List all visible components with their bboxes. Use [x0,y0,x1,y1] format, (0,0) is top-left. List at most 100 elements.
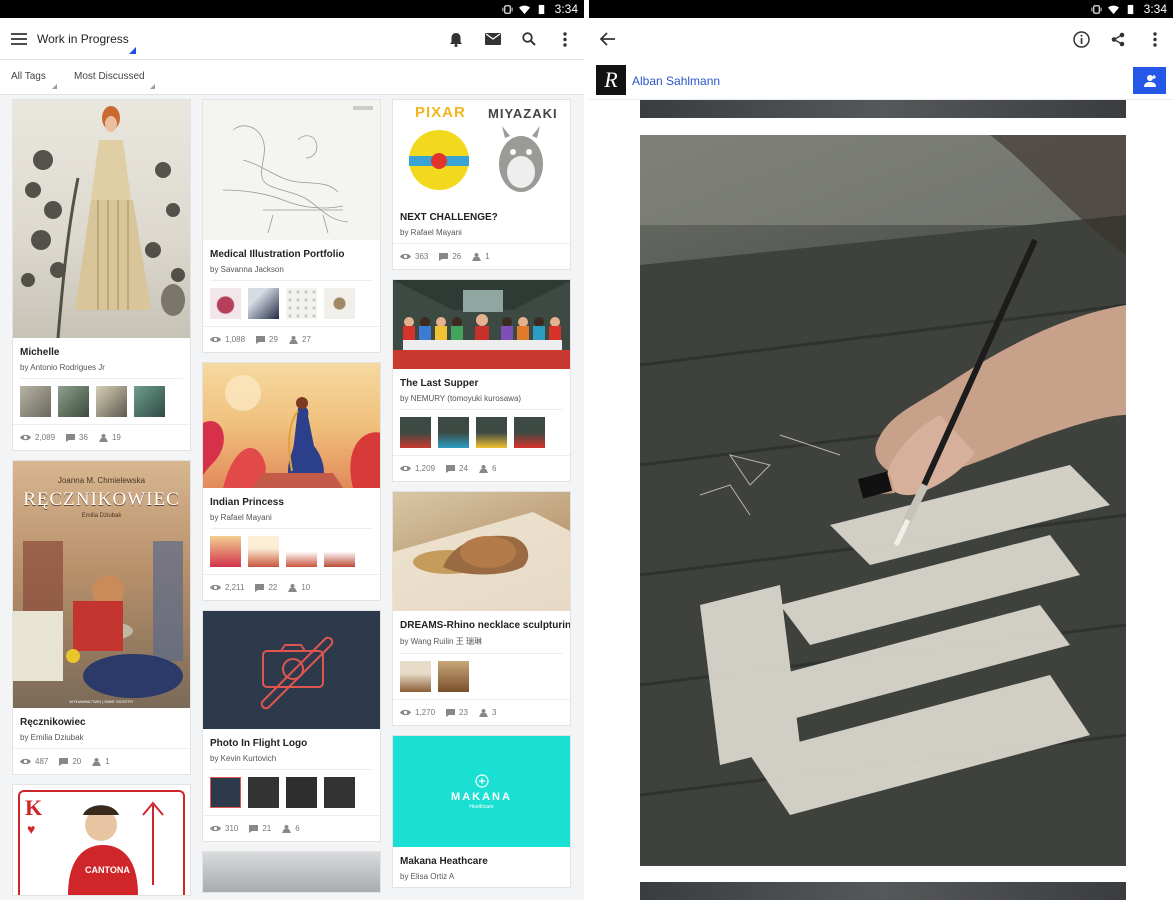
thumbnail[interactable] [400,661,431,692]
project-title[interactable]: Medical Illustration Portfolio [203,240,380,260]
project-stats: 487 20 1 [13,748,190,774]
project-title[interactable]: The Last Supper [393,369,570,389]
project-cover[interactable]: PIXAR MIYAZAKI [393,100,570,203]
project-card[interactable]: DREAMS-Rhino necklace sculpturing by Wan… [392,491,571,726]
comments-stat: 21 [249,824,271,833]
project-title[interactable]: Ręcznikowiec [13,708,190,728]
comment-icon [66,433,76,442]
likes-count: 10 [301,583,311,592]
thumbnail[interactable] [248,288,279,319]
project-cover[interactable] [393,280,570,369]
thumbnail[interactable] [248,777,279,808]
dropdown-indicator [150,84,155,89]
thumbnail[interactable] [96,386,127,417]
thumbnail[interactable] [210,536,241,567]
project-cover[interactable] [203,852,380,892]
project-card[interactable]: MAKANA Healthcare Makana Heathcare by El… [392,735,571,888]
eye-icon [210,336,221,343]
all-tags-filter[interactable]: All Tags [11,71,46,82]
project-title[interactable]: Makana Heathcare [393,847,570,867]
project-author[interactable]: by Rafael Mayani [203,508,380,528]
project-cover[interactable]: Joanna M. Chmielewska RĘCZNIKOWIEC Emili… [13,461,190,708]
next-image[interactable] [640,882,1126,900]
comment-icon [439,252,449,261]
thumbnail[interactable] [248,536,279,567]
menu-icon[interactable] [7,27,31,51]
notifications-icon[interactable] [444,27,468,51]
author-name[interactable]: Alban Sahlmann [632,74,720,88]
search-icon[interactable] [517,27,541,51]
camera-propeller-logo [260,636,334,710]
thumbnail[interactable] [438,661,469,692]
back-arrow-icon[interactable] [595,27,619,51]
project-card[interactable] [202,851,381,893]
thumbnail[interactable] [210,288,241,319]
eye-icon [20,434,31,441]
info-icon[interactable] [1069,27,1093,51]
thumbnail[interactable] [286,777,317,808]
project-author[interactable]: by Antonio Rodrigues Jr [13,358,190,378]
thumbnail[interactable] [286,288,317,319]
thumbnail[interactable] [476,417,507,448]
thumbnail[interactable] [134,386,165,417]
project-author[interactable]: by Emilia Dziubak [13,728,190,748]
project-cover[interactable] [203,100,380,240]
thumbnail[interactable] [58,386,89,417]
project-title[interactable]: Indian Princess [203,488,380,508]
thumbnail[interactable] [324,288,355,319]
project-cover[interactable] [393,492,570,611]
previous-image[interactable] [640,100,1126,118]
project-card[interactable]: K ♥ CANTONA [12,784,191,896]
thumbnail[interactable] [324,777,355,808]
project-title[interactable]: NEXT CHALLENGE? [393,203,570,223]
project-cover[interactable] [13,100,190,338]
project-author[interactable]: by NEMURY (tomoyuki kurosawa) [393,389,570,409]
project-card[interactable]: Medical Illustration Portfolio by Savann… [202,99,381,353]
author-avatar[interactable]: R [596,65,626,95]
comments-count: 20 [72,757,82,766]
project-title[interactable]: Michelle [13,338,190,358]
project-image[interactable] [640,135,1126,866]
project-card[interactable]: PIXAR MIYAZAKI NEXT CHALLENGE? by Rafael… [392,99,571,270]
project-title[interactable]: DREAMS-Rhino necklace sculpturing [393,611,570,631]
project-author[interactable]: by Rafael Mayani [393,223,570,243]
project-cover[interactable]: MAKANA Healthcare [393,736,570,847]
project-cover[interactable] [203,363,380,488]
project-author[interactable]: by Savanna Jackson [203,260,380,280]
views-count: 310 [225,824,239,833]
thumbnail[interactable] [514,417,545,448]
project-card[interactable]: Photo In Flight Logo by Kevin Kurtovich … [202,610,381,842]
comments-count: 23 [459,708,468,717]
share-icon[interactable] [1106,27,1130,51]
project-card[interactable]: Indian Princess by Rafael Mayani 2,211 2… [202,362,381,601]
project-author[interactable]: by Kevin Kurtovich [203,749,380,769]
project-author[interactable]: by Elisa Ortiz A [393,867,570,887]
page-title[interactable]: Work in Progress [37,32,129,46]
project-cover[interactable]: K ♥ CANTONA [13,785,190,895]
mail-icon[interactable] [481,27,505,51]
comment-icon [255,583,265,592]
views-stat: 363 [400,252,428,261]
follow-button[interactable] [1133,67,1166,94]
eye-icon [20,758,31,765]
makana-sub: Healthcare [469,804,494,810]
project-card[interactable]: Joanna M. Chmielewska RĘCZNIKOWIEC Emili… [12,460,191,775]
project-cover[interactable] [203,611,380,729]
more-vert-icon[interactable] [1143,27,1167,51]
views-stat: 1,088 [210,335,245,344]
sort-filter[interactable]: Most Discussed [74,71,145,82]
thumbnail[interactable] [210,777,241,808]
more-vert-icon[interactable] [553,27,577,51]
thumbnail[interactable] [20,386,51,417]
project-card[interactable]: Michelle by Antonio Rodrigues Jr 2,089 3… [12,99,191,451]
project-card[interactable]: The Last Supper by NEMURY (tomoyuki kuro… [392,279,571,482]
right-screen: 3:34 R Alban Sahlmann [589,0,1173,900]
project-author[interactable]: by Wang Ruilin 王 瑞琳 [393,631,570,653]
likes-count: 1 [485,252,490,261]
thumbnail[interactable] [286,536,317,567]
thumbnail[interactable] [324,536,355,567]
add-person-icon [1143,75,1156,87]
thumbnail[interactable] [400,417,431,448]
project-title[interactable]: Photo In Flight Logo [203,729,380,749]
thumbnail[interactable] [438,417,469,448]
